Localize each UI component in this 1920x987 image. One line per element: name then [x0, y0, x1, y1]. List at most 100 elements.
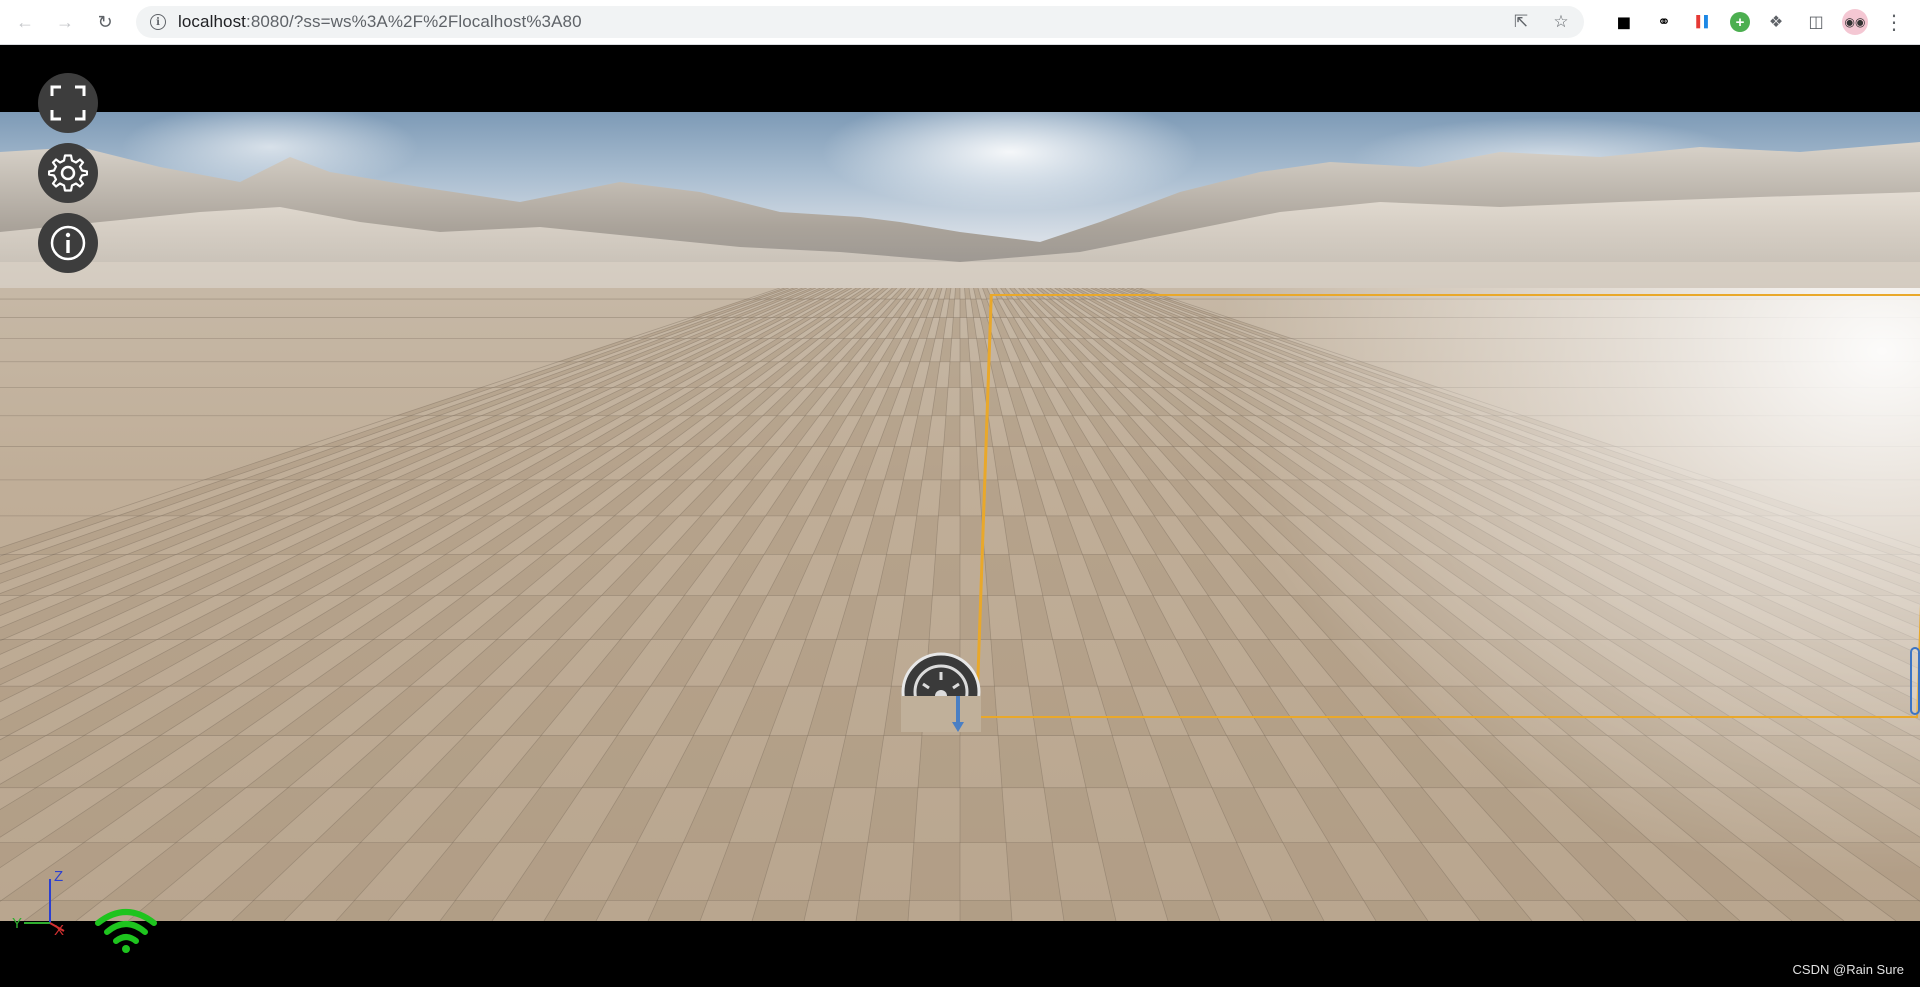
floor-tile: [752, 900, 809, 921]
floor-tile: [711, 554, 765, 596]
floor-tile: [808, 842, 868, 901]
floor-tile: [102, 842, 223, 901]
floor-tile: [1098, 842, 1162, 901]
floor-tile: [666, 515, 723, 555]
floor-tile: [591, 787, 667, 843]
extension-plus-icon[interactable]: +: [1730, 12, 1750, 32]
floor-tile: [722, 479, 771, 516]
fullscreen-button[interactable]: [38, 73, 98, 133]
arrow-down-icon: [952, 696, 964, 732]
floor-tile: [707, 842, 776, 901]
floor-tile: [544, 900, 607, 921]
settings-button[interactable]: [38, 143, 98, 203]
floor-tile: [960, 787, 1007, 843]
floor-tile: [1043, 787, 1099, 843]
floor-tile: [770, 446, 813, 480]
extension-dark-icon[interactable]: ◼: [1610, 8, 1638, 36]
floor-tile: [918, 317, 934, 339]
floor-tile: [502, 686, 582, 736]
axis-x-label: X: [54, 922, 64, 935]
profile-avatar[interactable]: ◉◉: [1842, 9, 1868, 35]
floor-tile: [834, 735, 884, 788]
floor-tile: [651, 595, 712, 640]
floor-tile: [808, 446, 846, 480]
3d-scene[interactable]: [0, 112, 1920, 921]
floor-tile: [336, 900, 405, 921]
floor-tile: [440, 900, 506, 921]
extension-color-icon[interactable]: ▌ ▌: [1690, 8, 1718, 36]
floor-tile: [867, 787, 919, 843]
url-text[interactable]: localhost:8080/?ss=ws%3A%2F%2Flocalhost%…: [178, 12, 582, 32]
floor-tile: [712, 595, 767, 640]
menu-icon[interactable]: ⋮: [1880, 8, 1908, 36]
floor-tile: [899, 338, 919, 362]
floor-tile: [960, 446, 979, 480]
back-icon[interactable]: ←: [10, 7, 40, 37]
floor-tile: [750, 735, 808, 788]
floor-tile: [715, 515, 766, 555]
browser-toolbar: ← → ↻ i localhost:8080/?ss=ws%3A%2F%2Flo…: [0, 0, 1920, 45]
floor-tile: [426, 686, 514, 736]
forward-icon[interactable]: →: [50, 7, 80, 37]
floor-tile: [498, 735, 580, 788]
floor-tile: [764, 515, 809, 555]
floor-tile: [731, 686, 789, 736]
floor-tile: [813, 515, 853, 555]
floor-tile: [932, 554, 960, 596]
info-icon: [50, 225, 86, 261]
floor-tile: [404, 842, 499, 901]
floor-tile: [900, 361, 920, 388]
floor-tile: [650, 639, 713, 687]
selection-outline: [975, 294, 1920, 718]
floor-tile: [924, 361, 940, 388]
axis-z-label: Z: [54, 868, 63, 885]
axis-y-label: Y: [12, 915, 22, 932]
floor-tile: [222, 787, 331, 843]
floor-tile: [846, 446, 879, 480]
wifi-icon[interactable]: [94, 905, 158, 955]
floor-tile: [875, 387, 901, 416]
floor-tile: [304, 842, 407, 901]
floor-tile: [498, 787, 583, 843]
floor-tile: [922, 446, 944, 480]
url-host: localhost: [178, 12, 246, 31]
floor-tile: [719, 639, 775, 687]
floor-tile: [918, 735, 960, 788]
reload-icon[interactable]: ↻: [90, 7, 120, 37]
floor-tile: [836, 595, 878, 640]
floor-tile: [909, 842, 960, 901]
floor-tile: [774, 595, 823, 640]
watermark: CSDN @Rain Sure: [1792, 962, 1904, 977]
extension-link-icon[interactable]: ⚭: [1650, 8, 1678, 36]
share-icon[interactable]: ⇱: [1508, 9, 1534, 35]
floor-tile: [775, 787, 835, 843]
floor-tile: [505, 842, 592, 901]
gear-icon: [48, 154, 88, 192]
floor-tile: [765, 479, 809, 516]
extensions-bar: ◼ ⚭ ▌ ▌ + ❖ ◫ ◉◉ ⋮: [1610, 7, 1908, 37]
pawn-actor-icon[interactable]: [901, 652, 981, 732]
pixel-stream-viewport[interactable]: Z Y X CSDN @Rain Sure: [0, 45, 1920, 987]
puzzle-icon[interactable]: ❖: [1762, 8, 1790, 36]
site-info-icon[interactable]: i: [150, 14, 166, 30]
floor-tile: [606, 842, 684, 901]
floor-tile: [766, 554, 814, 596]
floor-tile: [1006, 842, 1061, 901]
floor-tile: [911, 515, 939, 555]
floor-tile: [647, 900, 708, 921]
axis-gizmo: Z Y X: [12, 868, 65, 935]
floor-tile: [933, 299, 945, 318]
address-bar[interactable]: i localhost:8080/?ss=ws%3A%2F%2Flocalhos…: [136, 6, 1584, 38]
floor-tile: [898, 595, 933, 640]
side-panel-icon[interactable]: ◫: [1802, 8, 1830, 36]
floor-tile: [852, 479, 885, 516]
floor-tile: [579, 686, 651, 736]
scroll-indicator[interactable]: [1910, 647, 1920, 715]
floor-tile: [582, 735, 656, 788]
floor-tile: [0, 900, 2, 902]
floor-tile: [960, 900, 1013, 921]
info-button[interactable]: [38, 213, 98, 273]
bookmark-star-icon[interactable]: ☆: [1548, 9, 1574, 35]
floor-tile: [943, 415, 960, 447]
floor-tile: [666, 735, 732, 788]
